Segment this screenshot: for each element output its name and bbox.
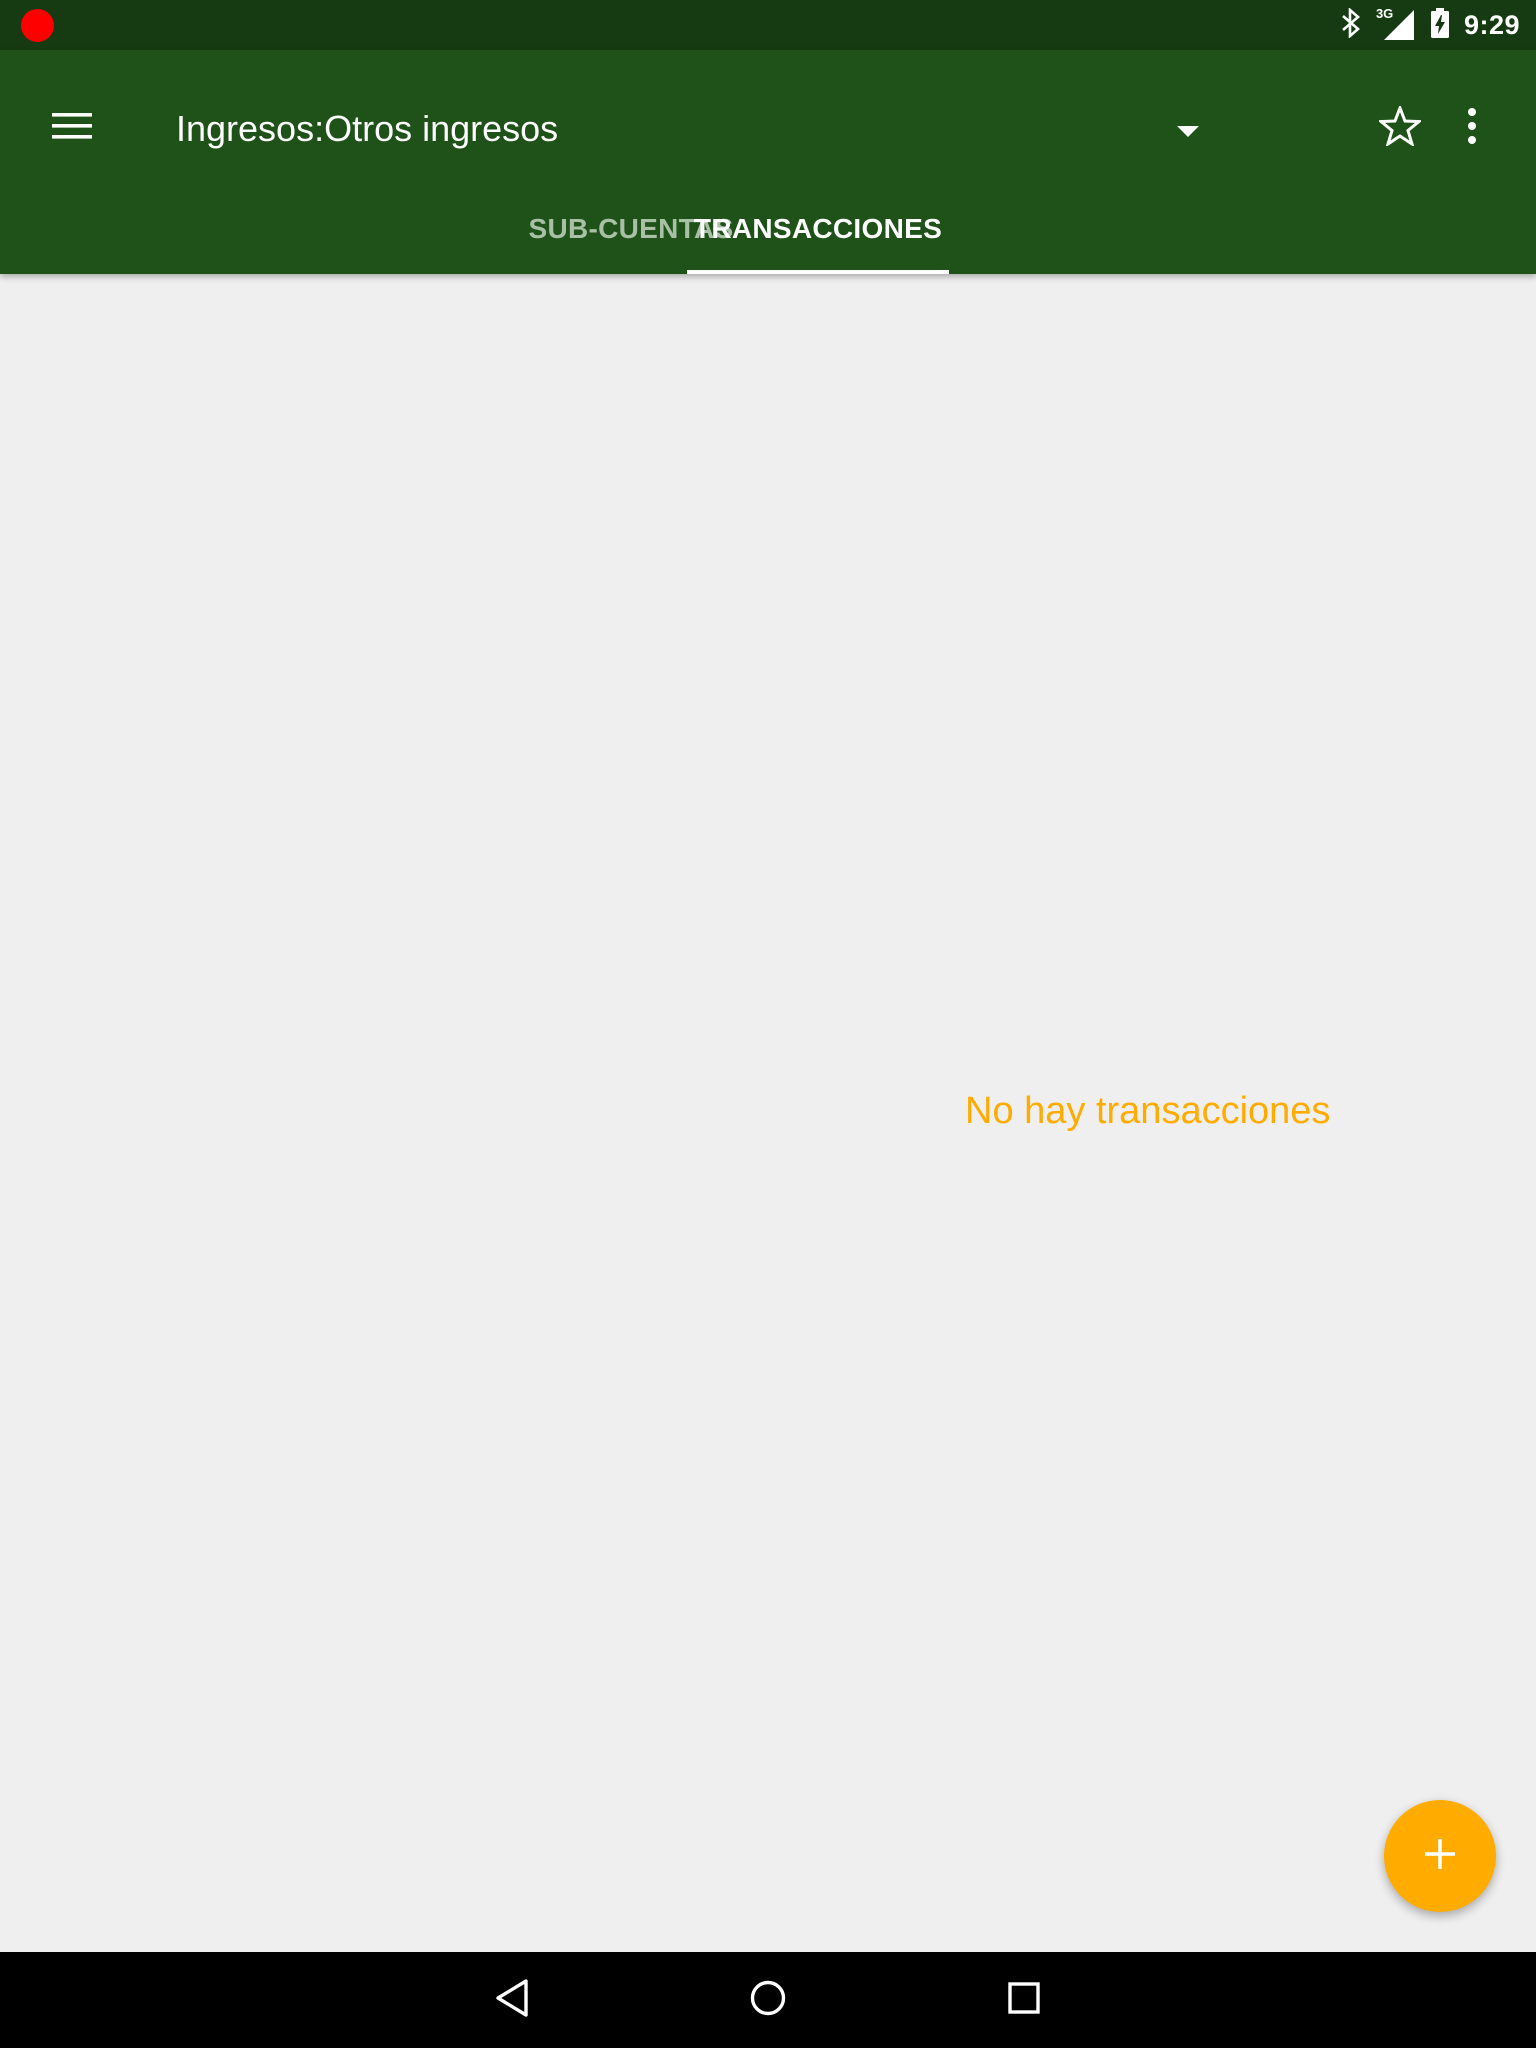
back-button[interactable] [478, 1966, 546, 2034]
recents-button[interactable] [990, 1966, 1058, 2034]
tab-bar: SUB-CUENTAS TRANSACCIONES [0, 184, 1536, 274]
status-time: 9:29 [1463, 9, 1520, 40]
empty-state-message: No hay transacciones [965, 1090, 1331, 1132]
recording-dot-icon [21, 9, 54, 42]
menu-icon [52, 111, 92, 146]
more-vert-icon [1467, 107, 1477, 149]
status-bar: 3G 9:29 [0, 0, 1536, 50]
tab-transacciones[interactable]: TRANSACCIONES [687, 184, 949, 274]
navigation-bar [0, 1952, 1536, 2048]
bluetooth-icon [1340, 6, 1362, 43]
menu-button[interactable] [36, 92, 108, 164]
battery-charging-icon [1430, 7, 1450, 44]
add-transaction-button[interactable] [1384, 1800, 1496, 1912]
signal-icon: 3G [1375, 6, 1416, 42]
tab-indicator [687, 270, 949, 274]
star-outline-icon [1376, 103, 1424, 151]
recents-icon [1008, 1981, 1040, 2019]
tab-label: TRANSACCIONES [693, 213, 943, 244]
add-icon [1425, 1838, 1455, 1874]
account-dropdown-button[interactable] [1164, 110, 1212, 158]
network-type-label: 3G [1375, 6, 1394, 21]
app-bar: Ingresos:Otros ingresos SUB-CUENTAS TRAN… [0, 50, 1536, 274]
account-title[interactable]: Ingresos:Otros ingresos [176, 108, 558, 150]
home-icon [750, 1980, 786, 2021]
home-button[interactable] [734, 1966, 802, 2034]
dropdown-arrow-icon [1177, 125, 1199, 143]
status-icons: 3G 9:29 [1340, 0, 1520, 50]
screen: 3G 9:29 Ingresos:Otros ingresos SUB-CUEN… [0, 0, 1536, 2048]
back-icon [494, 1978, 530, 2023]
favorite-button[interactable] [1364, 92, 1436, 164]
overflow-menu-button[interactable] [1444, 92, 1500, 164]
